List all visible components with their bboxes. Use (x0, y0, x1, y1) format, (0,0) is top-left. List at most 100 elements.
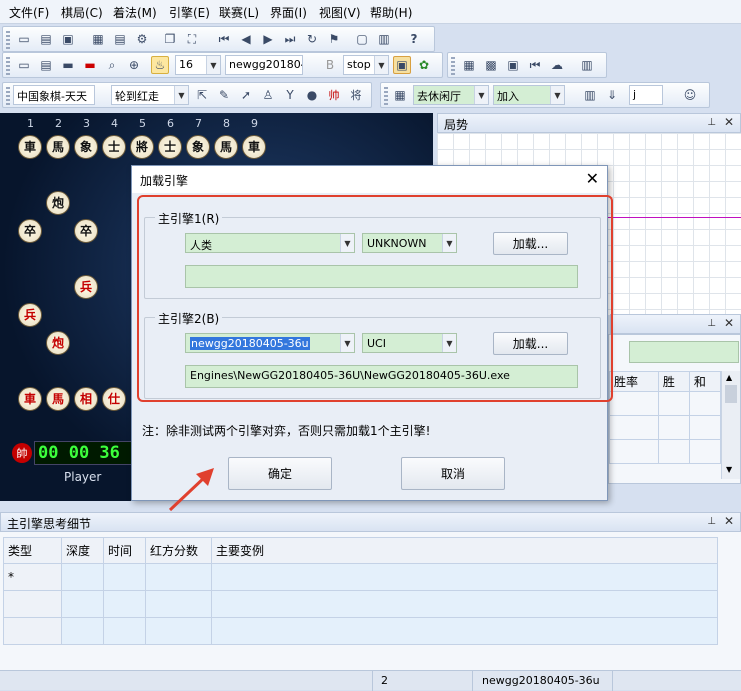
last-move-icon[interactable]: ⏭ (281, 30, 299, 48)
screen-icon[interactable]: ▭ (15, 56, 33, 74)
think-header-depth[interactable]: 深度 (61, 537, 104, 564)
board-icon[interactable]: ▦ (89, 30, 107, 48)
piece-black-horse[interactable]: 馬 (214, 135, 238, 159)
grid-icon[interactable]: ▦ (391, 86, 409, 104)
black-general-icon[interactable]: 将 (347, 86, 365, 104)
fit-icon[interactable]: ⛶ (183, 30, 201, 48)
engine-status-icon[interactable]: ✿ (415, 56, 433, 74)
back-icon[interactable]: ◀ (237, 30, 255, 48)
copy-icon[interactable]: ❐ (161, 30, 179, 48)
lightbulb-icon[interactable]: ♨ (151, 56, 169, 74)
table-row[interactable] (3, 590, 718, 618)
piece-red-soldier[interactable]: 兵 (74, 275, 98, 299)
close-icon[interactable]: ✕ (724, 514, 734, 528)
piece-black-general[interactable]: 將 (130, 135, 154, 159)
red-monitor-icon[interactable]: ▬ (81, 56, 99, 74)
piece-red-cannon[interactable]: 炮 (46, 331, 70, 355)
disc-icon[interactable]: ● (303, 86, 321, 104)
think-header-pv[interactable]: 主要变例 (211, 537, 718, 564)
table-row[interactable]: * (3, 563, 718, 591)
stats-header-winrate[interactable]: 胜率 (609, 371, 659, 392)
chevron-down-icon[interactable]: ▼ (174, 86, 188, 104)
close-icon[interactable]: ✕ (724, 316, 734, 330)
refresh-icon[interactable]: ↻ (303, 30, 321, 48)
piece-red-elephant[interactable]: 相 (74, 387, 98, 411)
site-combo[interactable]: 中国象棋-天天 (13, 85, 95, 105)
stats-field[interactable] (629, 341, 739, 363)
toolbar-grip[interactable] (6, 57, 10, 75)
scroll-thumb[interactable] (725, 385, 737, 403)
chevron-down-icon[interactable]: ▼ (550, 86, 564, 104)
skip-icon[interactable]: ⏮ (526, 56, 544, 74)
toolbar-grip[interactable] (384, 87, 388, 105)
piece-red-chariot[interactable]: 車 (18, 387, 42, 411)
close-icon[interactable]: ✕ (724, 115, 734, 129)
tiles-icon[interactable]: ▩ (482, 56, 500, 74)
room-mode-combo[interactable]: 去休闲厅 ▼ (413, 85, 489, 105)
pin-icon[interactable]: ⊥ (707, 117, 716, 128)
think-header-time[interactable]: 时间 (103, 537, 146, 564)
piece-black-soldier[interactable]: 卒 (18, 219, 42, 243)
menu-engine[interactable]: 引擎(E) (169, 4, 210, 21)
turn-combo[interactable]: 轮到红走 ▼ (111, 85, 189, 105)
chevron-down-icon[interactable]: ▼ (474, 86, 488, 104)
layout-icon[interactable]: ▣ (504, 56, 522, 74)
pen-icon[interactable]: ✎ (215, 86, 233, 104)
think-header-score[interactable]: 红方分数 (145, 537, 212, 564)
chevron-down-icon[interactable]: ▼ (726, 465, 732, 474)
help-icon[interactable]: ? (405, 30, 423, 48)
piece-red-soldier[interactable]: 兵 (18, 303, 42, 327)
think-header-type[interactable]: 类型 (3, 537, 62, 564)
window-icon[interactable]: ▢ (353, 30, 371, 48)
flag-icon[interactable]: ⚑ (325, 30, 343, 48)
pin-icon[interactable]: ⊥ (707, 516, 716, 527)
red-king-icon[interactable]: 帅 (325, 86, 343, 104)
chevron-down-icon[interactable]: ▼ (374, 56, 388, 74)
chevron-down-icon[interactable]: ▼ (206, 56, 220, 74)
gear-icon[interactable]: ⚙ (133, 30, 151, 48)
download-icon[interactable]: ⇓ (603, 86, 621, 104)
arrow-icon[interactable]: ➚ (237, 86, 255, 104)
piece-black-horse[interactable]: 馬 (46, 135, 70, 159)
letter-y-icon[interactable]: Y (281, 86, 299, 104)
piece-black-elephant[interactable]: 象 (74, 135, 98, 159)
piece-black-elephant[interactable]: 象 (186, 135, 210, 159)
piece-black-chariot[interactable]: 車 (242, 135, 266, 159)
depth-combo[interactable]: 16 ▼ (175, 55, 221, 75)
columns-icon[interactable]: ▥ (581, 86, 599, 104)
engine-combo[interactable]: newgg201804 (225, 55, 303, 75)
table-icon[interactable]: ▦ (460, 56, 478, 74)
toolbar-grip[interactable] (451, 57, 455, 75)
stop-combo[interactable]: stop ▼ (343, 55, 389, 75)
piece-red-advisor[interactable]: 仕 (102, 387, 126, 411)
close-icon[interactable]: ✕ (586, 169, 599, 188)
piece-red-horse[interactable]: 馬 (46, 387, 70, 411)
open-icon[interactable]: ▤ (37, 30, 55, 48)
book-icon[interactable]: ▣ (393, 56, 411, 74)
cloud-icon[interactable]: ☁ (548, 56, 566, 74)
ok-button[interactable]: 确定 (228, 457, 332, 490)
clipboard-icon[interactable]: ▥ (375, 30, 393, 48)
menu-help[interactable]: 帮助(H) (370, 4, 412, 21)
target-icon[interactable]: ⊕ (125, 56, 143, 74)
person-icon[interactable]: ♙ (259, 86, 277, 104)
piece-black-advisor[interactable]: 士 (158, 135, 182, 159)
move-icon[interactable]: ⇱ (193, 86, 211, 104)
stats-header-draw[interactable]: 和 (688, 371, 722, 392)
bold-icon[interactable]: B (321, 56, 339, 74)
new-icon[interactable]: ▭ (15, 30, 33, 48)
toolbar-grip[interactable] (6, 87, 10, 105)
menu-interface[interactable]: 界面(I) (270, 4, 307, 21)
piece-black-soldier[interactable]: 卒 (74, 219, 98, 243)
piece-black-chariot[interactable]: 車 (18, 135, 42, 159)
menu-view[interactable]: 视图(V) (319, 4, 361, 21)
join-combo[interactable]: 加入 ▼ (493, 85, 565, 105)
pin-icon[interactable]: ⊥ (707, 318, 716, 329)
table-row[interactable] (3, 617, 718, 645)
user-icon[interactable]: ☺ (681, 86, 699, 104)
toolbar-grip[interactable] (6, 31, 10, 49)
piece-black-cannon[interactable]: 炮 (46, 191, 70, 215)
search-icon[interactable]: ⌕ (103, 56, 121, 74)
print-icon[interactable]: ▤ (111, 30, 129, 48)
monitor-icon[interactable]: ▬ (59, 56, 77, 74)
